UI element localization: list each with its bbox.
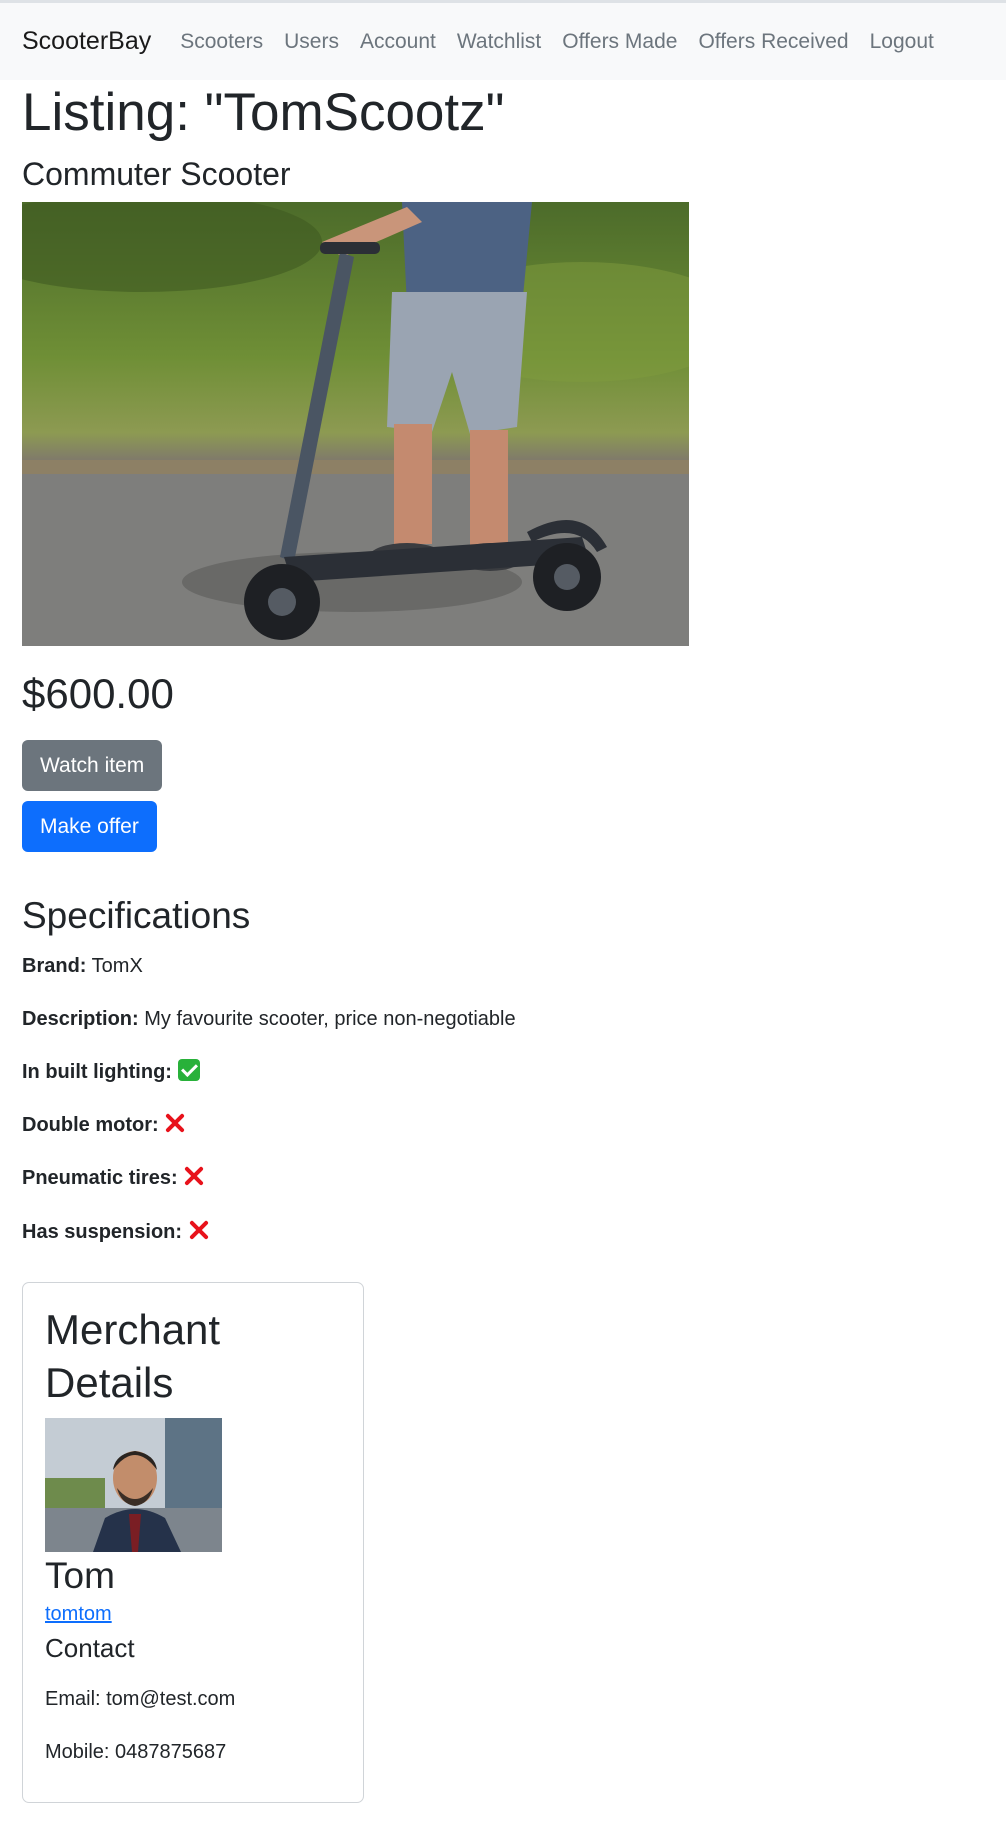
spec-label: Brand: <box>22 955 87 977</box>
page-title: Listing: "TomScootz" <box>22 83 505 142</box>
nav-link-offers-made[interactable]: Offers Made <box>562 30 677 54</box>
spec-value: My favourite scooter, price non-negotiab… <box>144 1008 516 1030</box>
nav-link-logout[interactable]: Logout <box>870 30 934 54</box>
nav-link-offers-received[interactable]: Offers Received <box>698 30 848 54</box>
avatar <box>45 1418 222 1552</box>
watch-item-button[interactable]: Watch item <box>22 740 163 791</box>
specifications-heading: Specifications <box>22 895 251 936</box>
merchant-heading-line2: Details <box>45 1359 174 1406</box>
merchant-card: Merchant Details Tom tomtom Contact Emai… <box>22 1282 364 1803</box>
spec-label: Has suspension: <box>22 1221 183 1243</box>
nav-link-users[interactable]: Users <box>284 30 339 54</box>
merchant-photo <box>45 1418 222 1552</box>
scooter-photo <box>22 202 689 646</box>
spec-suspension: Has suspension: <box>22 1218 210 1246</box>
merchant-username-link[interactable]: tomtom <box>45 1603 112 1626</box>
spec-label: Description: <box>22 1008 139 1030</box>
nav-link-scooters[interactable]: Scooters <box>180 30 263 54</box>
spec-label: Pneumatic tires: <box>22 1167 178 1189</box>
listing-price: $600.00 <box>22 670 174 717</box>
spec-label: In built lighting: <box>22 1061 172 1083</box>
brand-link[interactable]: ScooterBay <box>22 27 151 56</box>
merchant-mobile: Mobile: 0487875687 <box>45 1741 227 1763</box>
merchant-heading: Merchant Details <box>45 1303 220 1409</box>
spec-lighting: In built lighting: <box>22 1058 200 1086</box>
make-offer-button[interactable]: Make offer <box>22 801 157 852</box>
nav-link-watchlist[interactable]: Watchlist <box>457 30 541 54</box>
spec-double-motor: Double motor: <box>22 1111 186 1139</box>
listing-subtitle: Commuter Scooter <box>22 156 291 192</box>
cross-icon <box>188 1219 210 1241</box>
check-icon <box>177 1059 200 1081</box>
cross-icon <box>183 1165 205 1187</box>
merchant-heading-line1: Merchant <box>45 1306 221 1353</box>
spec-pneumatic-tires: Pneumatic tires: <box>22 1164 205 1192</box>
contact-heading: Contact <box>45 1633 135 1663</box>
spec-description: Description: My favourite scooter, price… <box>22 1005 516 1033</box>
scooter-illustration <box>22 202 689 646</box>
spec-brand: Brand: TomX <box>22 952 143 980</box>
spec-label: Double motor: <box>22 1114 159 1136</box>
nav-link-account[interactable]: Account <box>360 30 436 54</box>
merchant-name: Tom <box>45 1555 115 1596</box>
spec-value: TomX <box>91 955 143 977</box>
cross-icon <box>164 1112 186 1134</box>
merchant-email: Email: tom@test.com <box>45 1688 236 1710</box>
navbar: ScooterBay Scooters Users Account Watchl… <box>0 0 1006 80</box>
